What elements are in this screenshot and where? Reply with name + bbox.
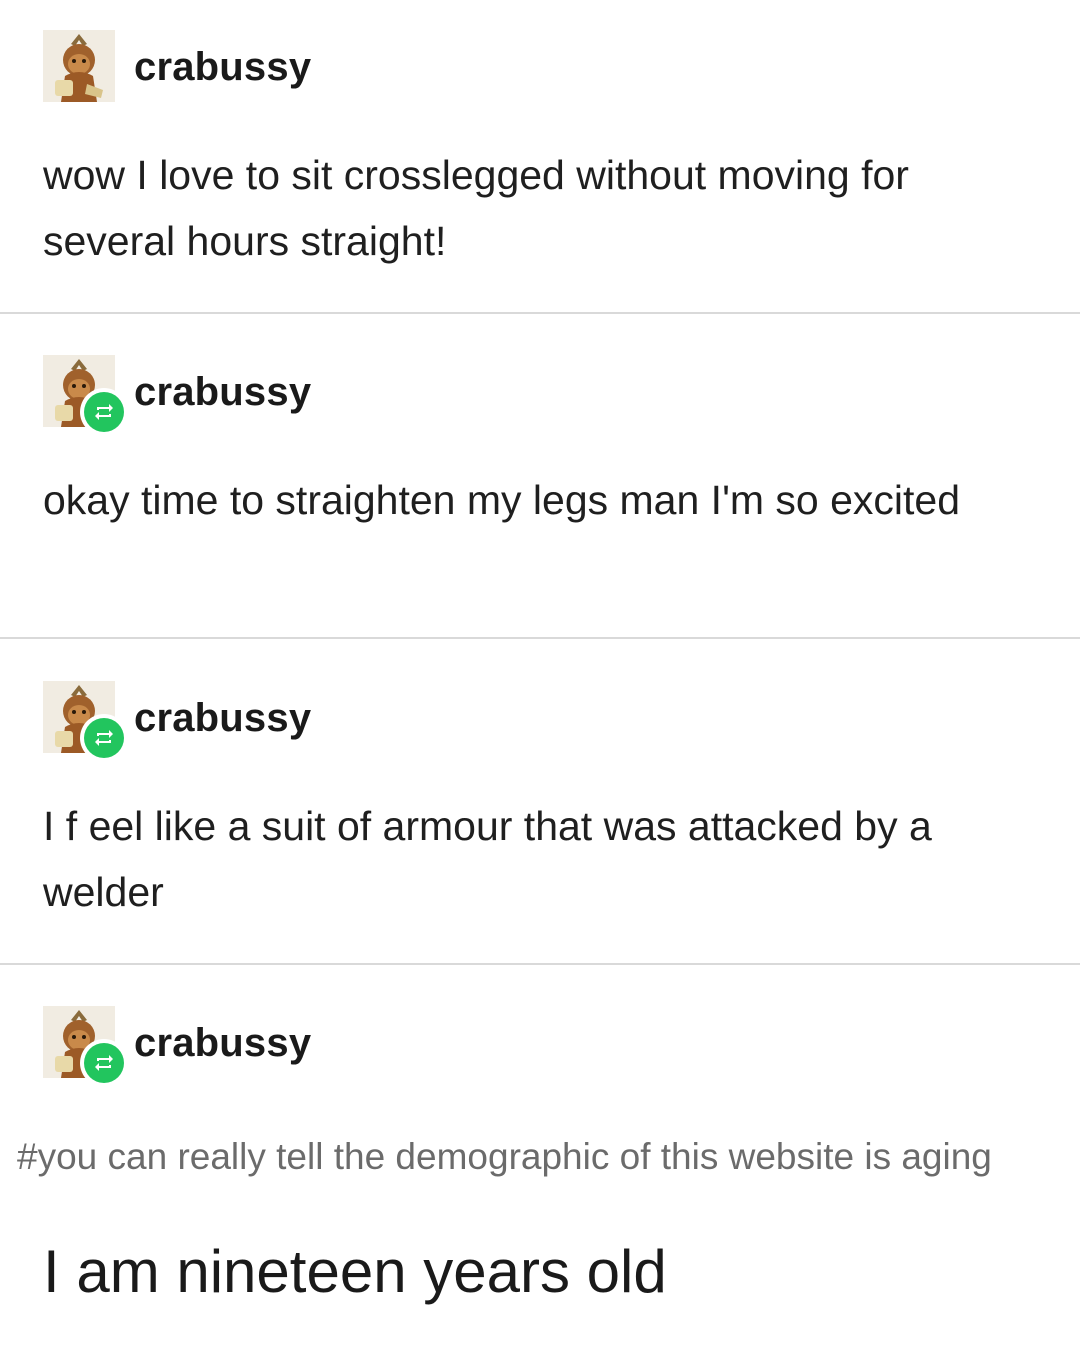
reblog-icon <box>80 714 128 762</box>
post-text: wow I love to sit crosslegged without mo… <box>43 152 909 264</box>
avatar-icon[interactable] <box>43 681 128 762</box>
username[interactable]: crabussy <box>134 369 311 415</box>
post-header: crabussy <box>43 681 643 762</box>
username[interactable]: crabussy <box>134 44 311 90</box>
reblog-icon <box>80 1039 128 1087</box>
post-header: crabussy <box>43 30 643 104</box>
caption-text: I am nineteen years old <box>43 1238 667 1305</box>
avatar-icon[interactable] <box>43 30 115 102</box>
username[interactable]: crabussy <box>134 695 311 741</box>
post-header: crabussy <box>43 355 643 436</box>
post-tag[interactable]: #you can really tell the demographic of … <box>17 1134 992 1180</box>
reblog-icon <box>80 388 128 436</box>
divider <box>0 312 1080 314</box>
avatar-icon[interactable] <box>43 1006 128 1087</box>
post-text: I f eel like a suit of armour that was a… <box>43 803 932 915</box>
divider <box>0 637 1080 639</box>
divider <box>0 963 1080 965</box>
username[interactable]: crabussy <box>134 1020 311 1066</box>
post-header: crabussy <box>43 1006 643 1087</box>
post-text: okay time to straighten my legs man I'm … <box>43 477 961 523</box>
avatar-icon[interactable] <box>43 355 128 436</box>
